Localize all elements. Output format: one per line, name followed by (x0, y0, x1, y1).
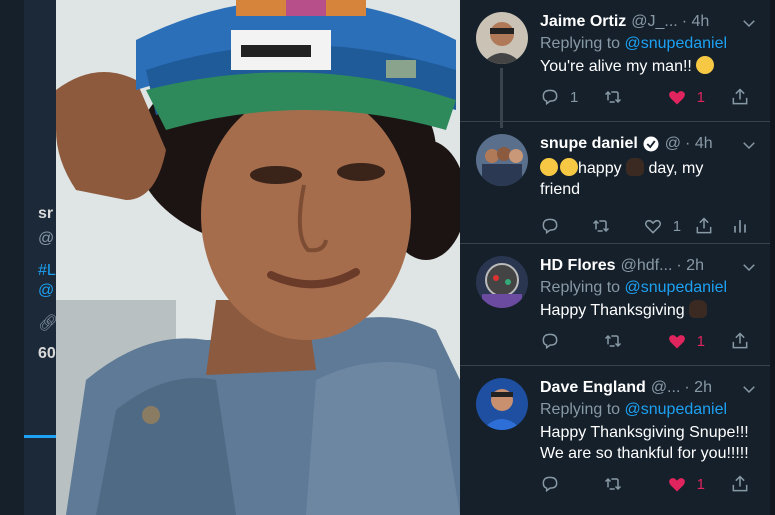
tweet-text: You're alive my man!! (540, 56, 758, 77)
reply-button[interactable] (540, 474, 603, 494)
like-count: 1 (696, 332, 705, 350)
reply-icon (542, 89, 558, 106)
author-name[interactable]: HD Flores (540, 256, 616, 276)
author-handle[interactable]: @hdf... (621, 256, 673, 276)
like-button[interactable]: 1 (667, 474, 730, 494)
chevron-down-icon[interactable] (740, 136, 758, 154)
reply-icon (542, 333, 558, 350)
retweet-button[interactable] (603, 331, 666, 351)
author-handle[interactable]: @ (665, 134, 681, 154)
analytics-icon (734, 220, 746, 233)
author-handle[interactable]: @J_... (631, 12, 677, 32)
share-icon (732, 332, 748, 349)
media-photo[interactable] (56, 0, 460, 515)
chevron-down-icon[interactable] (740, 380, 758, 398)
reply-button[interactable]: 1 (540, 87, 603, 107)
analytics-button[interactable] (730, 216, 750, 236)
verified-badge-icon (643, 136, 659, 152)
retweet-button[interactable] (603, 474, 666, 494)
profile-count-partial: 60 (38, 345, 56, 362)
retweet-icon (605, 477, 622, 491)
mention-link[interactable]: @snupedaniel (625, 401, 728, 418)
profile-handle-partial: @ (38, 230, 55, 247)
tweet-text: Happy Thanksgiving Snupe!!! We are so th… (540, 424, 749, 462)
avatar[interactable] (476, 12, 528, 64)
turkey-icon (689, 300, 708, 318)
tweet-item[interactable]: HD Flores @hdf... · 2h Replying to @snup… (460, 244, 770, 366)
tweet-actions: 1 (540, 464, 758, 504)
tweet-item[interactable]: Jaime Ortiz @J_... · 4h Replying to @snu… (460, 0, 770, 128)
grinning-sweat-icon (560, 158, 578, 176)
heart-filled-icon (668, 91, 685, 105)
author-name[interactable]: Jaime Ortiz (540, 12, 626, 32)
selfie-illustration (56, 0, 460, 515)
retweet-icon (593, 219, 610, 233)
tweet-time[interactable]: · 4h (685, 134, 713, 154)
like-button[interactable]: 1 (643, 216, 694, 236)
avatar[interactable] (476, 134, 528, 186)
scrollbar-edge[interactable] (770, 0, 775, 515)
like-count: 1 (672, 217, 682, 235)
like-button[interactable]: 1 (667, 87, 730, 107)
avatar[interactable] (476, 256, 528, 308)
tweet-text: Happy Thanksgiving (540, 300, 758, 321)
profile-hashtag-partial[interactable]: #L (38, 262, 56, 280)
like-count: 1 (696, 475, 705, 493)
chevron-down-icon[interactable] (740, 14, 758, 32)
retweet-icon (605, 90, 622, 104)
reply-button[interactable] (540, 331, 603, 351)
chevron-down-icon[interactable] (740, 258, 758, 276)
turkey-icon (626, 158, 645, 176)
mention-link[interactable]: @snupedaniel (625, 35, 728, 52)
retweet-button[interactable] (591, 216, 642, 236)
like-button[interactable]: 1 (667, 331, 730, 351)
replying-to: Replying to @snupedaniel (540, 279, 728, 296)
share-button[interactable] (694, 216, 730, 236)
tweet-item[interactable]: snupe daniel @ · 4h happy day, my friend… (460, 122, 770, 244)
share-icon (732, 88, 748, 105)
replying-to: Replying to @snupedaniel (540, 401, 728, 418)
tweet-text: happy day, my friend (540, 158, 704, 198)
share-button[interactable] (730, 331, 750, 351)
reply-icon (542, 218, 558, 235)
heart-outline-icon (644, 219, 661, 234)
tweet-time[interactable]: · 2h (676, 256, 704, 276)
mention-link[interactable]: @snupedaniel (625, 279, 728, 296)
share-icon (732, 475, 748, 492)
reply-count: 1 (570, 88, 579, 106)
tweet-actions: 1 (540, 206, 758, 246)
like-count: 1 (696, 88, 705, 106)
tab-underline (24, 435, 60, 438)
heart-filled-icon (668, 335, 685, 349)
profile-mention-partial[interactable]: @ (38, 282, 54, 300)
tweet-time[interactable]: · 2h (684, 378, 712, 398)
replies-feed: Jaime Ortiz @J_... · 4h Replying to @snu… (460, 0, 770, 515)
replying-to: Replying to @snupedaniel (540, 35, 728, 52)
reply-button[interactable] (540, 216, 591, 236)
grinning-sweat-icon (540, 158, 558, 176)
tweet-actions: 1 1 (540, 77, 758, 117)
retweet-button[interactable] (603, 87, 666, 107)
retweet-icon (605, 334, 622, 348)
smiling-face-with-hearts-icon (696, 56, 715, 74)
share-button[interactable] (730, 474, 750, 494)
avatar[interactable] (476, 378, 528, 430)
profile-name-partial: sr (38, 205, 54, 222)
author-handle[interactable]: @... (651, 378, 681, 398)
tweet-time[interactable]: · 4h (682, 12, 710, 32)
author-name[interactable]: snupe daniel (540, 134, 638, 154)
tweet-item[interactable]: Dave England @... · 2h Replying to @snup… (460, 366, 770, 504)
share-icon (696, 217, 712, 234)
reply-icon (542, 476, 558, 493)
share-button[interactable] (730, 87, 750, 107)
thread-line (500, 68, 503, 128)
heart-filled-icon (668, 478, 685, 492)
author-name[interactable]: Dave England (540, 378, 646, 398)
tweet-actions: 1 (540, 321, 758, 361)
